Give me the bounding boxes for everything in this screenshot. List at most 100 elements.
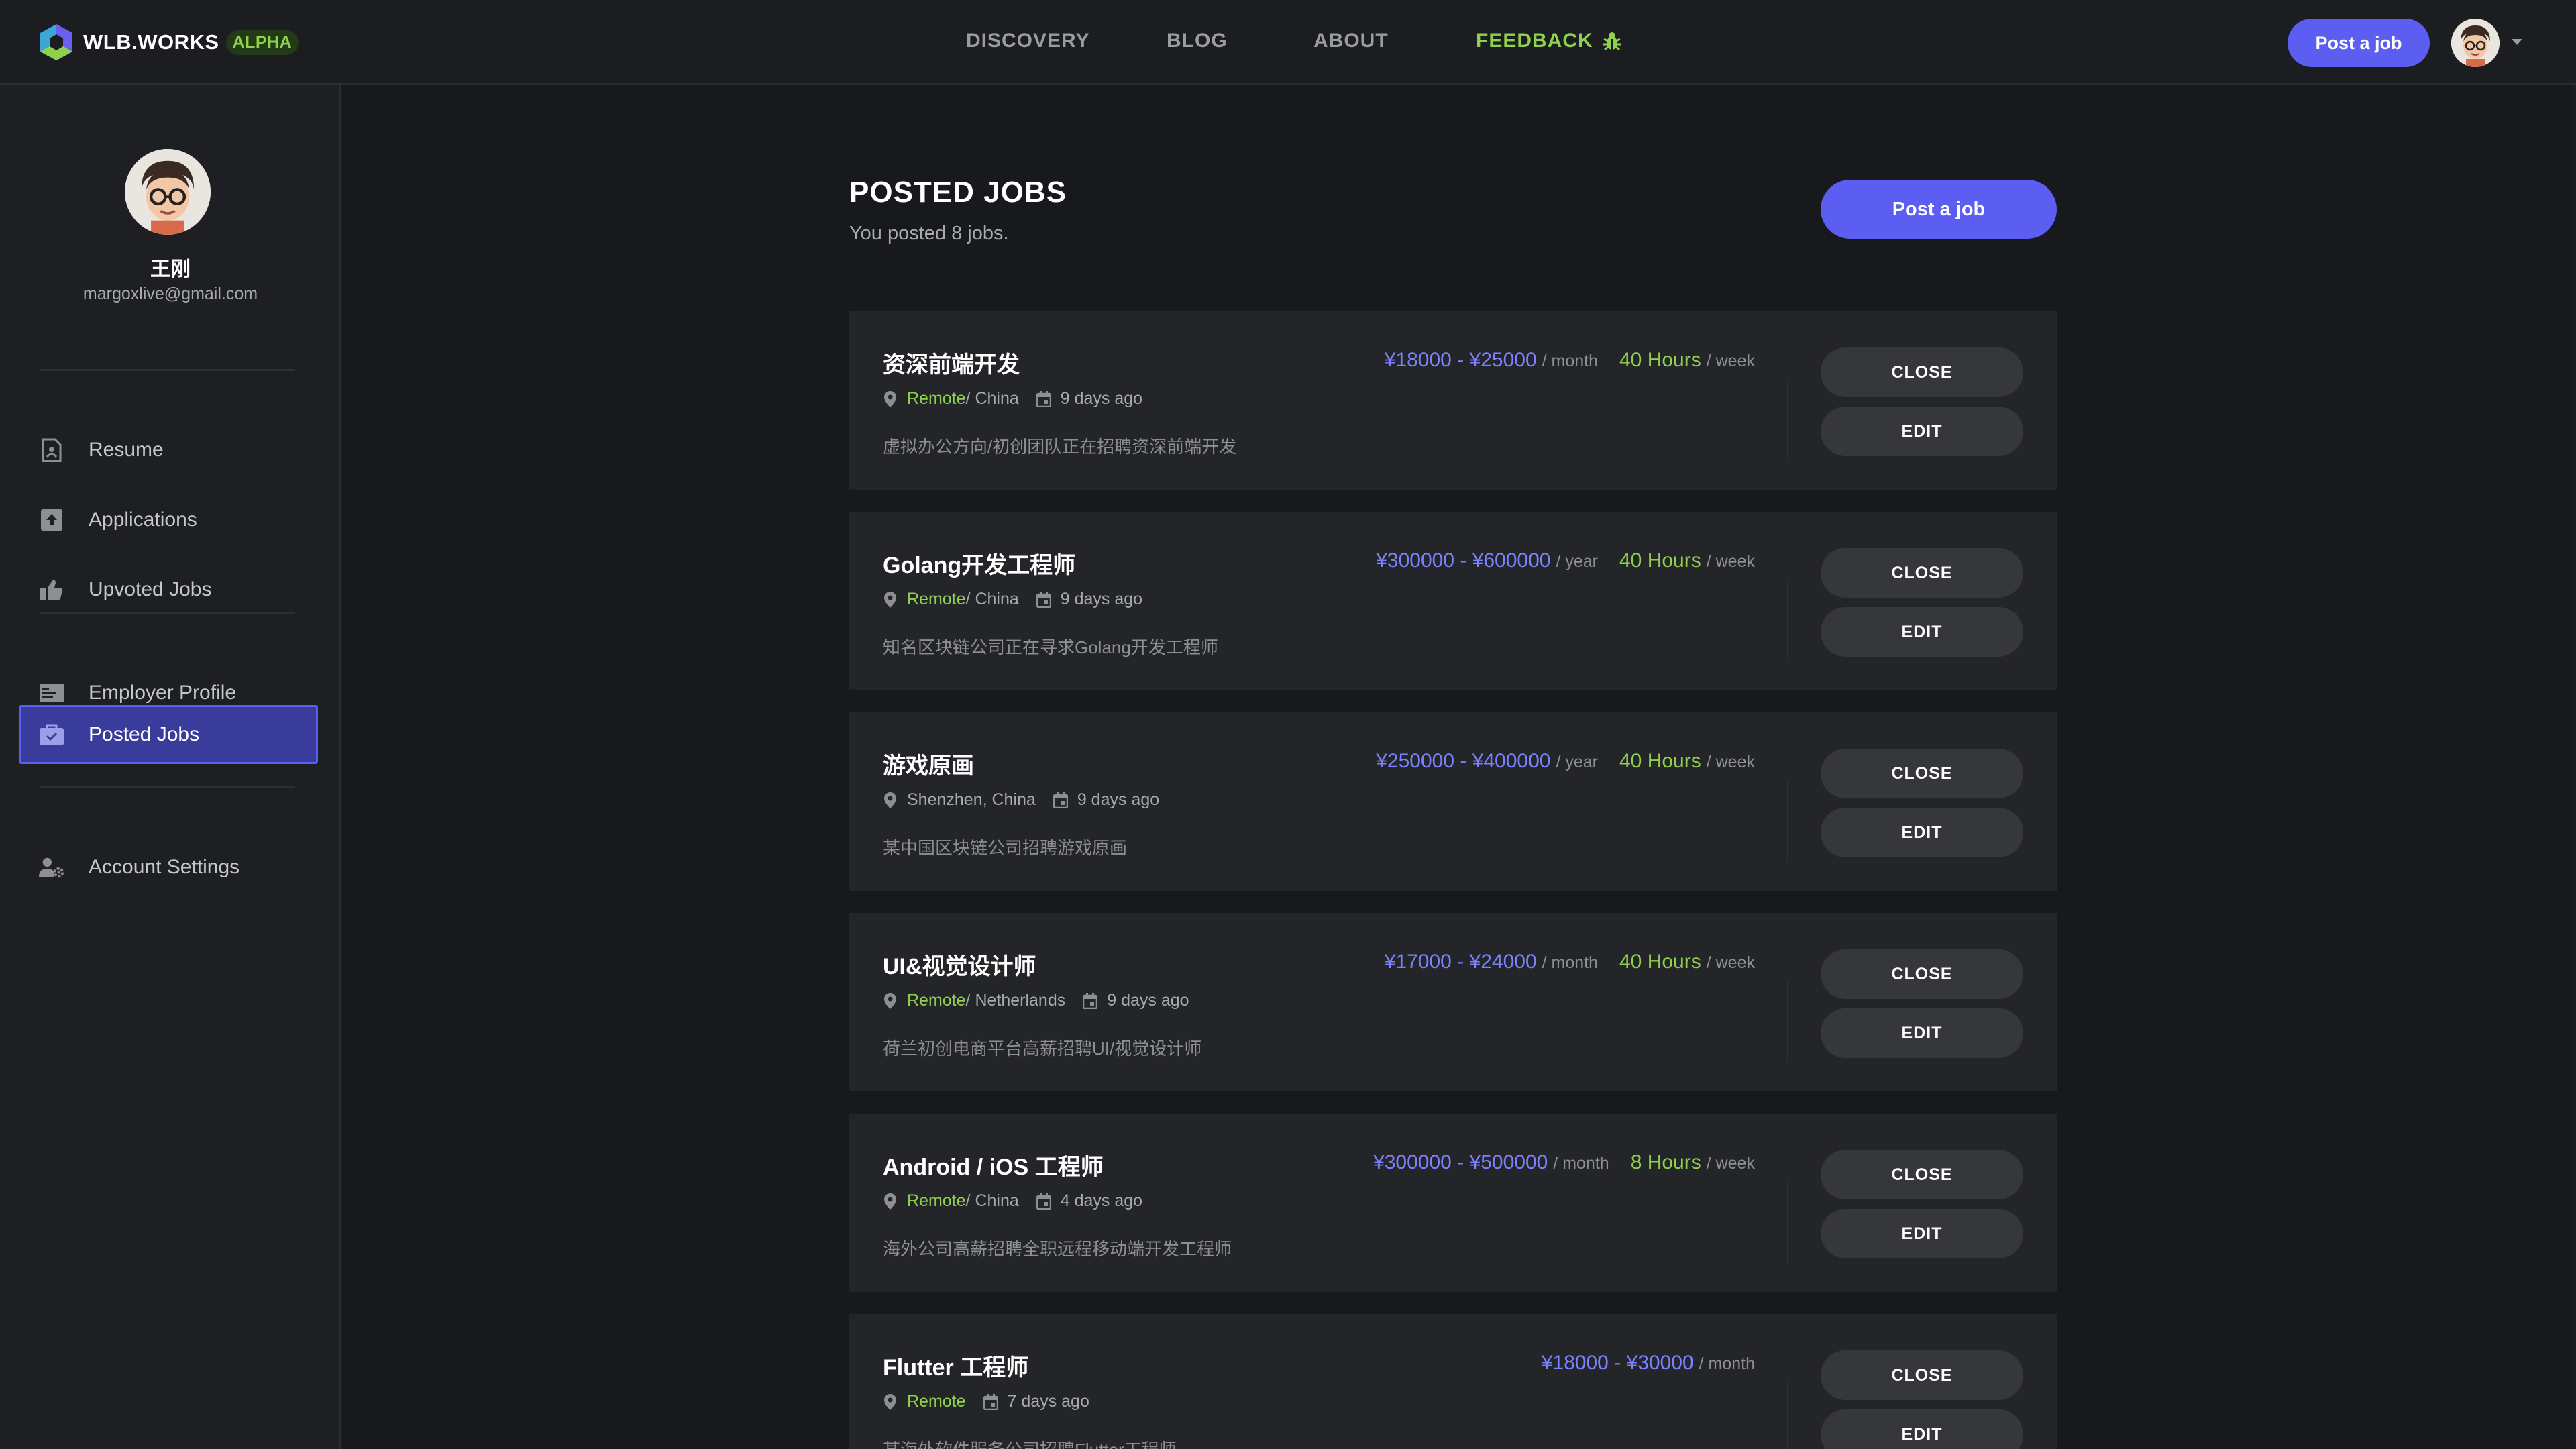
job-meta: Remote / China 9 days ago (883, 389, 1142, 409)
sidebar-divider (40, 786, 295, 788)
edit-job-button[interactable]: EDIT (1821, 1209, 2023, 1258)
job-location: / China (965, 1191, 1019, 1210)
close-job-button[interactable]: CLOSE (1821, 548, 2023, 598)
sidebar-item-label: Applications (89, 508, 197, 531)
close-job-button[interactable]: CLOSE (1821, 1350, 2023, 1400)
nav-discovery[interactable]: DISCOVERY (966, 30, 1090, 52)
job-title[interactable]: Android / iOS 工程师 (883, 1148, 1104, 1181)
calendar-icon (1036, 390, 1052, 407)
job-card: 游戏原画 Shenzhen, China 9 days ago 某中国区块链公司招聘游… (849, 712, 2057, 891)
sidebar-item-label: Account Settings (89, 856, 240, 878)
salary-range: ¥17000 - ¥24000 (1384, 951, 1537, 973)
job-card: 资深前端开发 Remote / China 9 days ago 虚拟办公方向/初创团… (849, 311, 2057, 490)
sidebar-item-account-settings[interactable]: Account Settings (19, 839, 318, 896)
edit-job-button[interactable]: EDIT (1821, 407, 2023, 456)
job-description: 荷兰初创电商平台高薪招聘UI/视觉设计师 (883, 1038, 1202, 1059)
job-card: Android / iOS 工程师 Remote / China 4 days ag… (849, 1114, 2057, 1292)
salary-unit: / month (1542, 352, 1598, 370)
top-post-job-button[interactable]: Post a job (2288, 19, 2430, 67)
id-card-icon (39, 680, 64, 706)
sidebar-item-label: Employer Profile (89, 682, 237, 704)
avatar-image (2451, 19, 2500, 67)
calendar-icon (1036, 1193, 1052, 1210)
close-job-button[interactable]: CLOSE (1821, 949, 2023, 999)
salary-unit: / month (1542, 953, 1598, 972)
profile-email: margoxlive@gmail.com (83, 284, 258, 303)
job-location: Shenzhen, China (907, 790, 1036, 809)
remote-label: Remote (907, 389, 966, 408)
salary-unit: / year (1556, 753, 1598, 771)
close-job-button[interactable]: CLOSE (1821, 347, 2023, 397)
nav-about[interactable]: ABOUT (1313, 30, 1389, 52)
avatar-image (125, 149, 211, 235)
work-hours: 8 Hours (1630, 1151, 1701, 1173)
posted-date: 9 days ago (1107, 991, 1189, 1010)
job-meta: Shenzhen, China 9 days ago (883, 790, 1159, 810)
work-hours: 40 Hours (1619, 951, 1701, 973)
edit-job-button[interactable]: EDIT (1821, 808, 2023, 857)
resume-icon (39, 437, 64, 463)
location-pin-icon (883, 992, 898, 1010)
location-pin-icon (883, 1193, 898, 1210)
remote-label: Remote (907, 1392, 966, 1411)
job-description: 某中国区块链公司招聘游戏原画 (883, 838, 1128, 858)
job-compensation: ¥250000 - ¥400000 / year 40 Hours / week (1376, 750, 1755, 773)
sidebar-item-applications[interactable]: Applications (19, 491, 318, 549)
location-pin-icon (883, 792, 898, 809)
card-divider (1787, 579, 1788, 662)
card-divider (1787, 980, 1788, 1063)
close-job-button[interactable]: CLOSE (1821, 749, 2023, 798)
job-title[interactable]: Flutter 工程师 (883, 1349, 1028, 1382)
scrollbar[interactable] (2572, 85, 2576, 1449)
salary-range: ¥250000 - ¥400000 (1376, 750, 1551, 772)
posted-date: 7 days ago (1007, 1392, 1089, 1411)
remote-label: Remote (907, 991, 966, 1010)
chevron-down-icon[interactable] (2512, 39, 2522, 45)
job-title[interactable]: 资深前端开发 (883, 346, 1020, 379)
briefcase-icon (39, 722, 64, 747)
posted-date: 4 days ago (1060, 1191, 1143, 1210)
job-card: UI&视觉设计师 Remote / Netherlands 9 days ago 荷兰… (849, 913, 2057, 1091)
sidebar-item-posted-jobs[interactable]: Posted Jobs (19, 705, 318, 764)
work-hours: 40 Hours (1619, 349, 1701, 371)
user-avatar[interactable] (2451, 19, 2500, 67)
page-title: POSTED JOBS (849, 176, 1067, 209)
sidebar-item-upvoted-jobs[interactable]: Upvoted Jobs (19, 561, 318, 619)
job-compensation: ¥18000 - ¥25000 / month 40 Hours / week (1385, 349, 1755, 372)
job-meta: Remote / China 4 days ago (883, 1191, 1142, 1211)
job-title[interactable]: 游戏原画 (883, 747, 974, 780)
salary-range: ¥300000 - ¥600000 (1376, 549, 1551, 572)
remote-label: Remote (907, 1191, 966, 1210)
edit-job-button[interactable]: EDIT (1821, 607, 2023, 657)
work-hours: 40 Hours (1619, 750, 1701, 772)
job-title[interactable]: Golang开发工程师 (883, 547, 1075, 580)
calendar-icon (983, 1393, 998, 1410)
sidebar-item-label: Posted Jobs (89, 723, 200, 745)
job-description: 知名区块链公司正在寻求Golang开发工程师 (883, 637, 1218, 657)
edit-job-button[interactable]: EDIT (1821, 1409, 2023, 1449)
job-location: / Netherlands (965, 991, 1066, 1010)
user-gear-icon (39, 855, 64, 880)
job-card: Golang开发工程师 Remote / China 9 days ago 知名区块链… (849, 512, 2057, 690)
profile-name: 王刚 (150, 258, 191, 280)
nav-feedback[interactable]: FEEDBACK (1476, 30, 1621, 52)
salary-range: ¥300000 - ¥500000 (1373, 1151, 1548, 1173)
card-divider (1787, 1381, 1788, 1449)
post-job-button[interactable]: Post a job (1821, 180, 2057, 239)
job-description: 海外公司高薪招聘全职远程移动端开发工程师 (883, 1239, 1232, 1259)
job-compensation: ¥300000 - ¥500000 / month 8 Hours / week (1373, 1151, 1755, 1174)
hours-unit: / week (1706, 753, 1755, 771)
hours-unit: / week (1706, 1154, 1755, 1173)
nav-blog[interactable]: BLOG (1167, 30, 1228, 52)
calendar-icon (1083, 992, 1098, 1009)
job-title[interactable]: UI&视觉设计师 (883, 948, 1036, 981)
job-description: 某海外软件服务公司招聘Flutter工程师 (883, 1436, 1177, 1449)
card-divider (1787, 1181, 1788, 1264)
upload-icon (39, 507, 64, 533)
sidebar-item-resume[interactable]: Resume (19, 421, 318, 479)
edit-job-button[interactable]: EDIT (1821, 1008, 2023, 1058)
calendar-icon (1036, 591, 1052, 608)
card-divider (1787, 780, 1788, 863)
page-subtitle: You posted 8 jobs. (849, 223, 1009, 244)
close-job-button[interactable]: CLOSE (1821, 1150, 2023, 1199)
